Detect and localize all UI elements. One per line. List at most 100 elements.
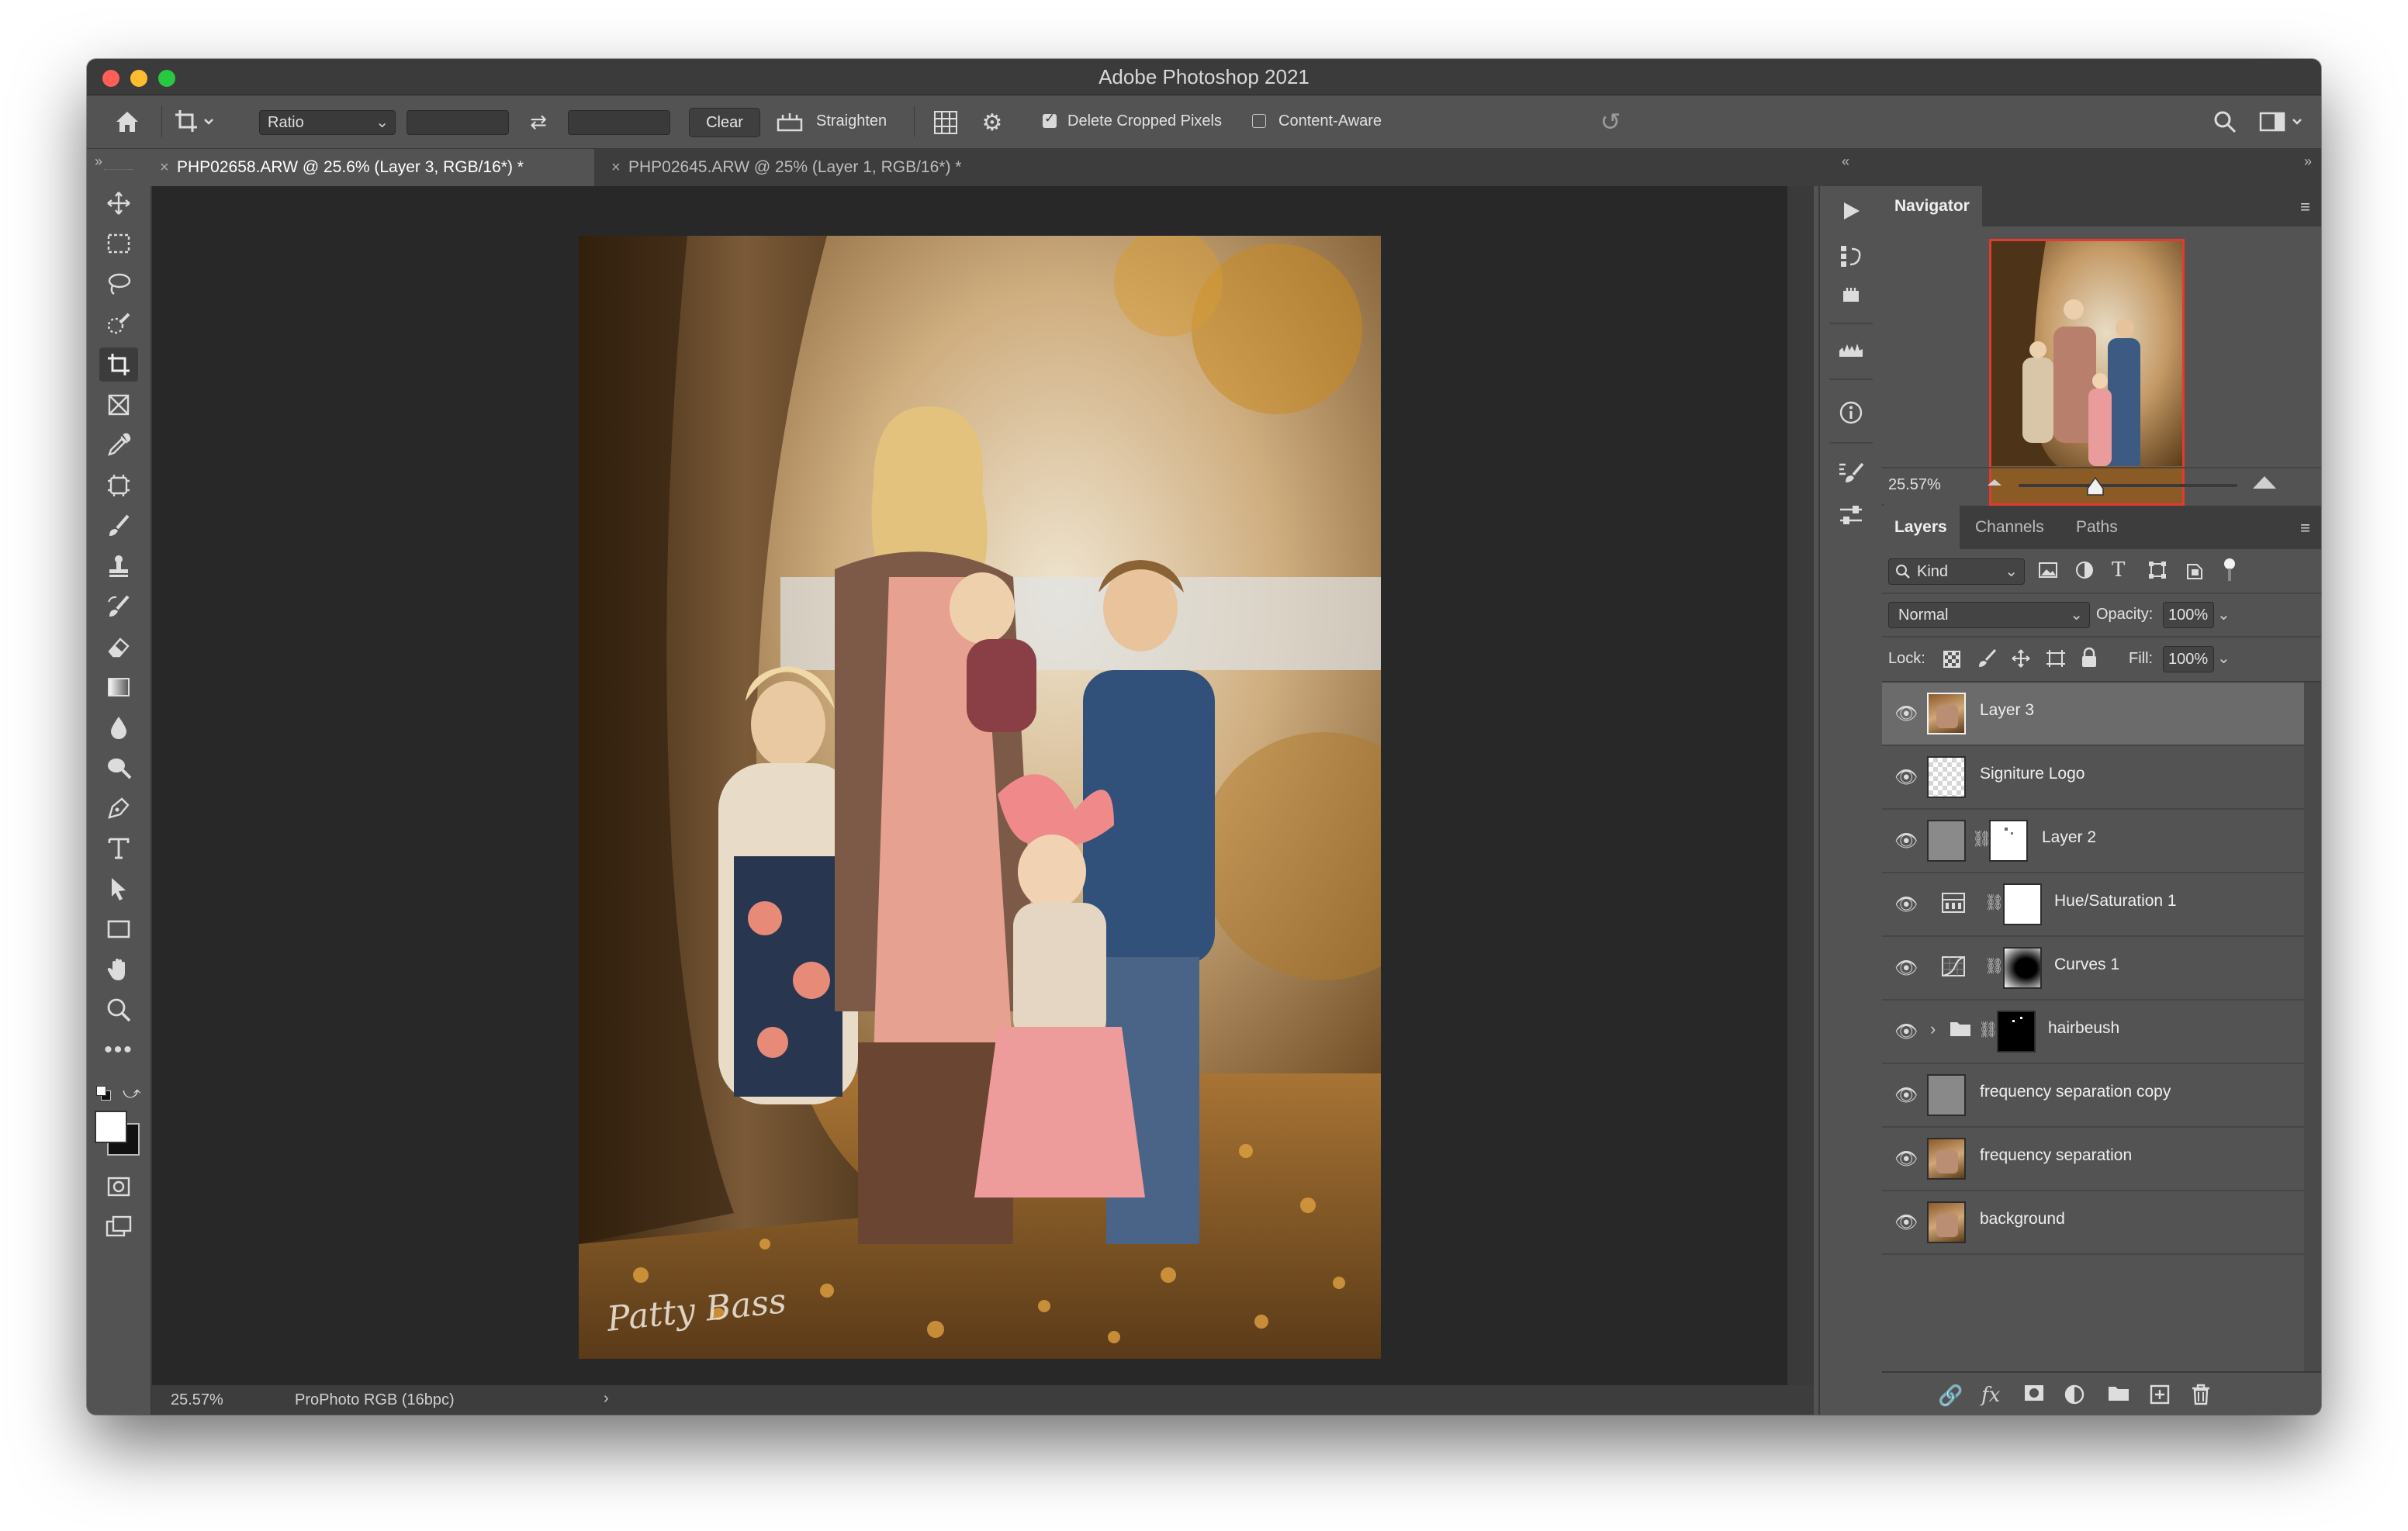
- vertical-scrollbar[interactable]: [1787, 186, 1814, 1385]
- layer-mask-thumbnail[interactable]: [2003, 883, 2042, 925]
- eye-icon[interactable]: 👁: [1894, 893, 1918, 916]
- panel-menu-icon[interactable]: ≡: [2300, 518, 2310, 538]
- stamp-icon[interactable]: [99, 549, 138, 583]
- eraser-icon[interactable]: [99, 630, 138, 664]
- tab-paths[interactable]: Paths: [2064, 506, 2130, 549]
- type-icon[interactable]: [99, 831, 138, 866]
- layer-row-signiture-logo[interactable]: 👁 Signiture Logo: [1882, 746, 2304, 810]
- document-photo[interactable]: Patty Bass: [579, 236, 1381, 1359]
- panel-menu-icon[interactable]: ≡: [2300, 197, 2310, 217]
- eye-icon[interactable]: 👁: [1894, 703, 1918, 725]
- layer-name[interactable]: frequency separation: [1980, 1146, 2132, 1165]
- history-icon[interactable]: [1834, 239, 1868, 273]
- chevron-down-icon[interactable]: ⌄: [2217, 648, 2230, 668]
- navigator-zoom-value[interactable]: 25.57%: [1888, 476, 1941, 494]
- layer-mask-thumbnail[interactable]: [2003, 947, 2042, 989]
- foreground-color-swatch[interactable]: [95, 1111, 127, 1143]
- blur-icon[interactable]: [99, 710, 138, 745]
- collapse-panels-icon[interactable]: »: [2304, 154, 2312, 170]
- eye-icon[interactable]: 👁: [1894, 1021, 1918, 1043]
- fx-icon[interactable]: fx: [1981, 1384, 2000, 1407]
- tab-navigator[interactable]: Navigator: [1882, 186, 1982, 226]
- ratio-width-input[interactable]: [407, 110, 509, 135]
- search-icon[interactable]: [2209, 106, 2240, 137]
- layer-name[interactable]: Layer 3: [1980, 701, 2034, 720]
- histogram-icon[interactable]: [1834, 332, 1868, 366]
- ratio-select[interactable]: Ratio ⌄: [259, 110, 396, 135]
- zoom-out-icon[interactable]: [1986, 473, 2003, 494]
- tab-channels[interactable]: Channels: [1963, 506, 2057, 549]
- clear-button[interactable]: Clear: [689, 108, 760, 137]
- reset-crop-icon[interactable]: ↺: [1593, 105, 1628, 139]
- pen-icon[interactable]: [99, 791, 138, 825]
- chevron-down-icon[interactable]: ⌄: [2217, 605, 2230, 624]
- hand-icon[interactable]: [99, 952, 138, 987]
- ratio-height-input[interactable]: [568, 110, 670, 135]
- layer-row-frequency-separation[interactable]: 👁 frequency separation: [1882, 1128, 2304, 1191]
- gradient-icon[interactable]: [99, 670, 138, 704]
- default-colors-icon[interactable]: [96, 1086, 111, 1101]
- brush-icon[interactable]: [99, 509, 138, 543]
- link-icon[interactable]: ⛓: [1978, 1020, 1998, 1039]
- crop-icon[interactable]: [99, 347, 138, 382]
- delete-cropped-pixels-checkbox[interactable]: [1043, 111, 1057, 128]
- zoom-icon[interactable]: [99, 993, 138, 1027]
- filter-smart-object-icon[interactable]: [2185, 560, 2205, 584]
- properties-icon[interactable]: [1834, 498, 1868, 532]
- eye-icon[interactable]: 👁: [1894, 1211, 1918, 1234]
- layer-row-frequency-separation-copy[interactable]: 👁 frequency separation copy: [1882, 1064, 2304, 1128]
- layer-row-hue-saturation-1[interactable]: 👁 ⛓ Hue/Saturation 1: [1882, 873, 2304, 937]
- layer-mask-thumbnail[interactable]: [1997, 1011, 2036, 1052]
- filter-adjustment-icon[interactable]: [2074, 560, 2095, 584]
- filter-type-icon[interactable]: T: [2112, 558, 2125, 582]
- swap-colors-icon[interactable]: ⤻: [123, 1083, 141, 1103]
- filter-pixel-icon[interactable]: [2037, 560, 2059, 584]
- history-brush-icon[interactable]: [99, 589, 138, 624]
- grid-overlay-icon[interactable]: [929, 106, 962, 139]
- link-icon[interactable]: ⛓: [1984, 956, 2004, 976]
- opacity-input[interactable]: 100%: [2163, 602, 2214, 628]
- layers-scrollbar[interactable]: [2304, 683, 2321, 1371]
- navigator-thumbnail[interactable]: [1989, 239, 2185, 506]
- eye-icon[interactable]: 👁: [1894, 830, 1918, 852]
- layer-row-curves-1[interactable]: 👁 ⛓ Curves 1: [1882, 937, 2304, 1001]
- layer-mask-thumbnail[interactable]: [1989, 820, 2028, 862]
- expand-dock-icon[interactable]: «: [1842, 154, 1849, 170]
- home-icon[interactable]: [110, 105, 144, 139]
- more-icon[interactable]: •••: [99, 1033, 138, 1067]
- layer-name[interactable]: Layer 2: [2042, 828, 2096, 847]
- tab-php02658[interactable]: × PHP02658.ARW @ 25.6% (Layer 3, RGB/16*…: [150, 149, 594, 186]
- filter-toggle-icon[interactable]: [2222, 557, 2237, 587]
- filter-shape-icon[interactable]: [2147, 560, 2168, 584]
- lock-all-icon[interactable]: [2081, 647, 2098, 672]
- play-actions-icon[interactable]: [1834, 194, 1868, 228]
- workspace-icon[interactable]: [2256, 106, 2310, 137]
- layer-name[interactable]: Signiture Logo: [1980, 765, 2085, 783]
- lock-position-icon[interactable]: [2011, 648, 2031, 672]
- layer-row-hairbeush[interactable]: 👁 › ⛓ hairbeush: [1882, 1001, 2304, 1064]
- info-icon[interactable]: [1834, 396, 1868, 430]
- eye-icon[interactable]: 👁: [1894, 766, 1918, 789]
- new-layer-icon[interactable]: [2149, 1384, 2171, 1411]
- navigator-zoom-slider[interactable]: [2019, 484, 2237, 487]
- marquee-icon[interactable]: [99, 226, 138, 261]
- brush-settings-icon[interactable]: [1834, 456, 1868, 490]
- layer-row-layer-3[interactable]: 👁 Layer 3: [1882, 683, 2304, 746]
- lasso-icon[interactable]: [99, 267, 138, 301]
- layer-name[interactable]: frequency separation copy: [1980, 1083, 2171, 1101]
- frame-icon[interactable]: [99, 388, 138, 422]
- collapse-tools-icon[interactable]: »: [95, 154, 102, 170]
- layer-row-layer-2[interactable]: 👁 ⛓ Layer 2: [1882, 810, 2304, 873]
- eyedropper-icon[interactable]: [99, 428, 138, 462]
- add-mask-icon[interactable]: [2023, 1384, 2045, 1408]
- blend-mode-select[interactable]: Normal ⌄: [1888, 602, 2090, 628]
- tab-php02645[interactable]: × PHP02645.ARW @ 25% (Layer 1, RGB/16*) …: [602, 149, 1052, 186]
- move-icon[interactable]: [99, 186, 138, 220]
- close-tab-icon[interactable]: ×: [160, 149, 169, 186]
- zoom-in-icon[interactable]: [2251, 470, 2278, 497]
- straighten-icon[interactable]: [774, 108, 805, 136]
- swap-icon[interactable]: ⇄: [523, 108, 554, 136]
- quick-select-icon[interactable]: [99, 307, 138, 341]
- libraries-icon[interactable]: [1834, 278, 1868, 312]
- path-select-icon[interactable]: [99, 872, 138, 906]
